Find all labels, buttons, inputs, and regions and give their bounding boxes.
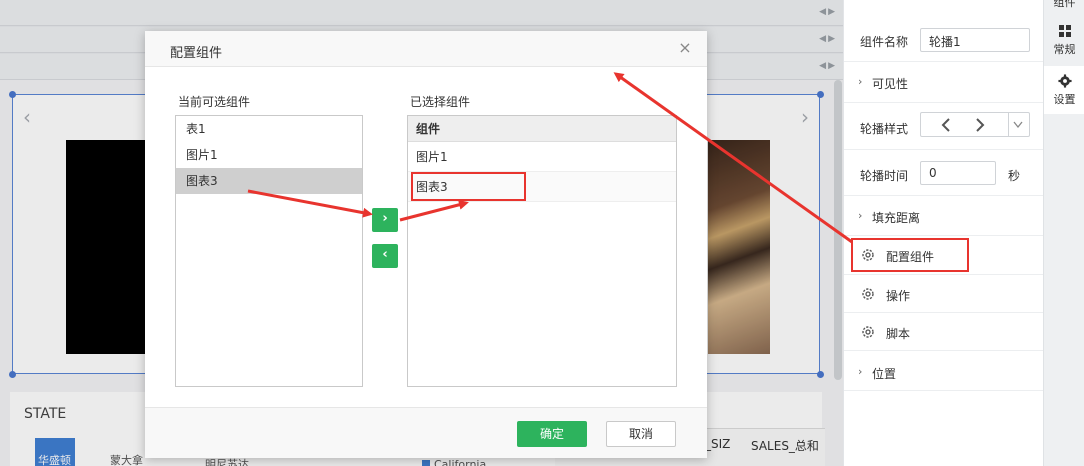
chevron-right-icon: ›: [858, 365, 863, 378]
highlight-box: [411, 172, 526, 201]
list-item[interactable]: 表1: [176, 116, 362, 142]
tab-label: 设置: [1053, 93, 1076, 106]
selected-components-label: 已选择组件: [410, 95, 471, 109]
grid-icon: [1058, 25, 1071, 37]
selected-components-table[interactable]: 组件 图片1 图表3: [407, 115, 677, 387]
prop-row-operations[interactable]: 操作: [844, 275, 1044, 313]
prop-label: 可见性: [872, 77, 909, 91]
prop-row-script[interactable]: 脚本: [844, 313, 1044, 351]
prop-label: 填充距离: [872, 211, 921, 225]
gear-icon: [1057, 74, 1072, 88]
prop-row-position[interactable]: › 位置: [844, 351, 1044, 391]
chevron-right-icon: ›: [858, 209, 863, 222]
dialog-footer: 确定 取消: [145, 407, 707, 458]
prop-label: 组件名称: [860, 35, 909, 49]
carousel-style-select[interactable]: [920, 112, 1030, 137]
prop-row-padding[interactable]: › 填充距离: [844, 196, 1044, 236]
carousel-time-input[interactable]: 0: [920, 161, 996, 185]
close-icon[interactable]: ×: [675, 38, 695, 58]
gear-icon: [862, 288, 874, 300]
component-name-input[interactable]: 轮播1: [920, 28, 1030, 52]
chevron-left-icon: [941, 118, 950, 132]
prop-label: 轮播时间: [860, 169, 909, 183]
prop-row-time: 轮播时间 0 秒: [844, 150, 1044, 196]
chevron-down-icon[interactable]: [1013, 121, 1023, 129]
prop-label: 轮播样式: [860, 122, 909, 136]
move-right-button[interactable]: ›: [372, 208, 398, 232]
available-components-list[interactable]: 表1 图片1 图表3: [175, 115, 363, 387]
tab-components[interactable]: 组件: [1044, 0, 1084, 12]
property-panel: 组件名称 轮播1 › 可见性 轮播样式 轮播时间 0 秒 › 填充距离 配置组件…: [843, 0, 1044, 466]
tab-label: 常规: [1053, 43, 1076, 56]
move-left-button[interactable]: ‹: [372, 244, 398, 268]
tab-general[interactable]: 常规: [1044, 20, 1084, 64]
table-row[interactable]: 图片1: [408, 142, 676, 172]
prop-label: 操作: [886, 289, 911, 303]
prop-label: 位置: [872, 367, 897, 381]
prop-row-name: 组件名称 轮播1: [844, 0, 1044, 62]
available-components-label: 当前可选组件: [178, 95, 251, 109]
chevron-right-icon: [976, 118, 985, 132]
list-item[interactable]: 图表3: [176, 168, 362, 194]
config-components-dialog: 配置组件 × 当前可选组件 已选择组件 表1 图片1 图表3 › ‹ 组件 图片…: [145, 31, 707, 458]
ok-button[interactable]: 确定: [517, 421, 587, 447]
highlight-box: [851, 238, 969, 272]
prop-row-visibility[interactable]: › 可见性: [844, 62, 1044, 103]
side-tab-bar: 组件 常规 设置: [1043, 0, 1084, 466]
dialog-header: 配置组件 ×: [145, 31, 707, 67]
list-item[interactable]: 图片1: [176, 142, 362, 168]
gear-icon: [862, 326, 874, 338]
time-unit: 秒: [1008, 169, 1021, 183]
tab-label: 组件: [1053, 0, 1076, 9]
table-header: 组件: [408, 116, 676, 142]
cancel-button[interactable]: 取消: [606, 421, 676, 447]
tab-settings[interactable]: 设置: [1044, 66, 1084, 114]
chevron-right-icon: ›: [858, 75, 863, 88]
dialog-title: 配置组件: [170, 46, 223, 61]
prop-label: 脚本: [886, 327, 911, 341]
